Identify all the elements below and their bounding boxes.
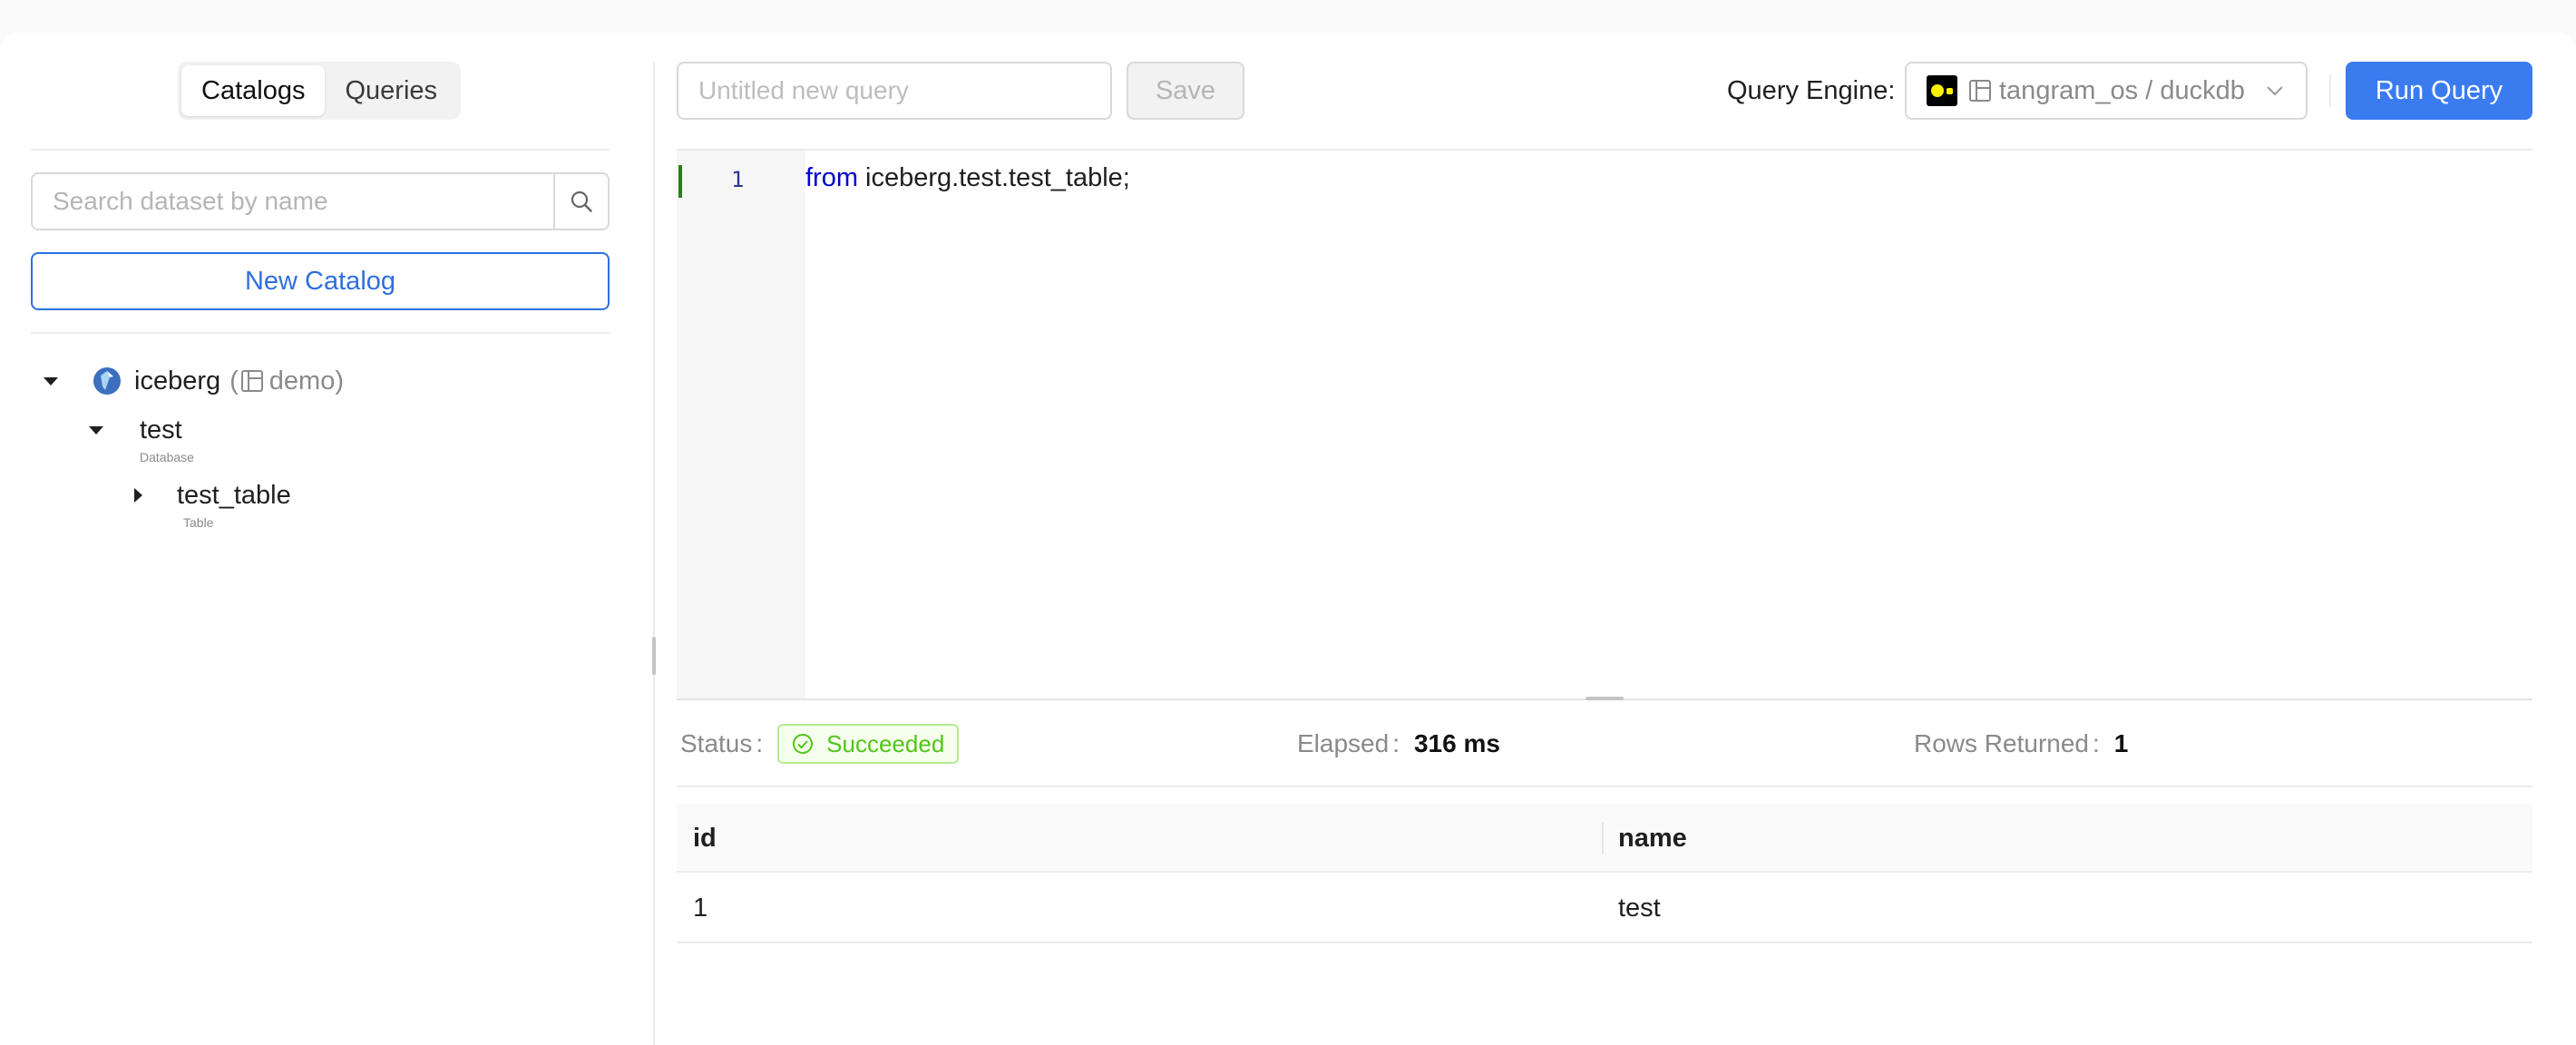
run-query-button[interactable]: Run Query: [2346, 62, 2532, 120]
search-input[interactable]: [31, 172, 553, 230]
catalog-open-paren: (: [229, 366, 239, 396]
elapsed-value: 316 ms: [1413, 729, 1500, 757]
elapsed-colon: :: [1392, 729, 1400, 757]
code-text: iceberg.test.test_table;: [858, 163, 1130, 192]
query-name-input[interactable]: [677, 62, 1112, 120]
catalog-close-paren: ): [335, 366, 345, 396]
status-value: Succeeded: [826, 729, 945, 757]
column-header-id[interactable]: id: [677, 804, 1602, 871]
sidebar-tabs: Catalogs Queries: [178, 62, 462, 120]
status-field: Status : Succeeded: [680, 724, 960, 764]
duckdb-logo-icon: [1927, 75, 1957, 106]
rows-returned-colon: :: [2092, 729, 2100, 757]
table-cell-id: 1: [693, 894, 708, 923]
active-line-marker: [678, 165, 682, 198]
query-engine-select[interactable]: tangram_os / duckdb: [1905, 62, 2308, 120]
rows-returned-field: Rows Returned : 1: [1914, 724, 2128, 764]
elapsed-field: Elapsed : 316 ms: [1297, 724, 1500, 764]
editor-gutter: 1: [677, 151, 805, 698]
elapsed-label: Elapsed: [1297, 729, 1390, 757]
status-badge: Succeeded: [777, 724, 960, 764]
status-label: Status: [680, 729, 753, 757]
query-engine-label: Query Engine:: [1727, 76, 1896, 105]
catalog-warehouse: demo: [268, 366, 336, 396]
toolbar-divider: [2329, 74, 2331, 107]
table-cell-name: test: [1618, 894, 1661, 923]
iceberg-logo-icon: [93, 367, 121, 395]
warehouse-icon: [240, 370, 263, 392]
tree-node-catalog[interactable]: iceberg ( demo ): [44, 363, 344, 399]
column-separator: [1602, 822, 1604, 855]
dataset-search: [31, 172, 610, 230]
code-editor[interactable]: 1 from iceberg.test.test_table;: [677, 151, 2532, 698]
caret-down-icon[interactable]: [44, 376, 58, 386]
table-name: test_table: [177, 480, 291, 510]
panel-divider: [653, 62, 655, 1045]
sidebar-divider: [31, 332, 610, 334]
tab-catalogs[interactable]: Catalogs: [181, 65, 326, 116]
caret-right-icon[interactable]: [134, 488, 142, 503]
tab-queries[interactable]: Queries: [325, 65, 457, 116]
warehouse-icon: [1969, 80, 1991, 102]
save-button[interactable]: Save: [1127, 62, 1244, 120]
app-window: Catalogs Queries New Catalog: [0, 33, 2576, 1045]
caret-down-icon[interactable]: [89, 425, 103, 435]
code-line[interactable]: from iceberg.test.test_table;: [805, 163, 1130, 193]
table-type-label: Table: [183, 515, 214, 530]
catalog-name: iceberg: [134, 366, 221, 396]
database-type-label: Database: [140, 450, 194, 464]
line-number: 1: [731, 167, 745, 192]
code-keyword: from: [805, 163, 858, 192]
rows-returned-label: Rows Returned: [1914, 729, 2089, 757]
chevron-down-icon: [2267, 86, 2283, 96]
status-colon: :: [756, 729, 764, 757]
results-divider: [677, 786, 2532, 787]
tree-node-database[interactable]: test: [89, 412, 182, 448]
check-circle-icon: [793, 734, 814, 754]
results-table: id name 1 test: [677, 804, 2532, 943]
tree-node-table[interactable]: test_table: [134, 477, 291, 513]
search-icon: [571, 190, 592, 212]
search-button[interactable]: [553, 172, 610, 230]
sidebar: Catalogs Queries New Catalog: [31, 33, 610, 1045]
column-header-name[interactable]: name: [1602, 804, 2532, 871]
editor-resize-handle[interactable]: [1586, 697, 1624, 700]
panel-resize-handle[interactable]: [652, 637, 656, 675]
table-row[interactable]: 1 test: [677, 873, 2532, 943]
rows-returned-value: 1: [2113, 729, 2129, 757]
table-header: id name: [677, 804, 2532, 873]
new-catalog-button[interactable]: New Catalog: [31, 252, 610, 310]
query-engine-value: tangram_os / duckdb: [1999, 75, 2245, 105]
sidebar-divider: [31, 149, 610, 151]
database-name: test: [140, 415, 182, 444]
